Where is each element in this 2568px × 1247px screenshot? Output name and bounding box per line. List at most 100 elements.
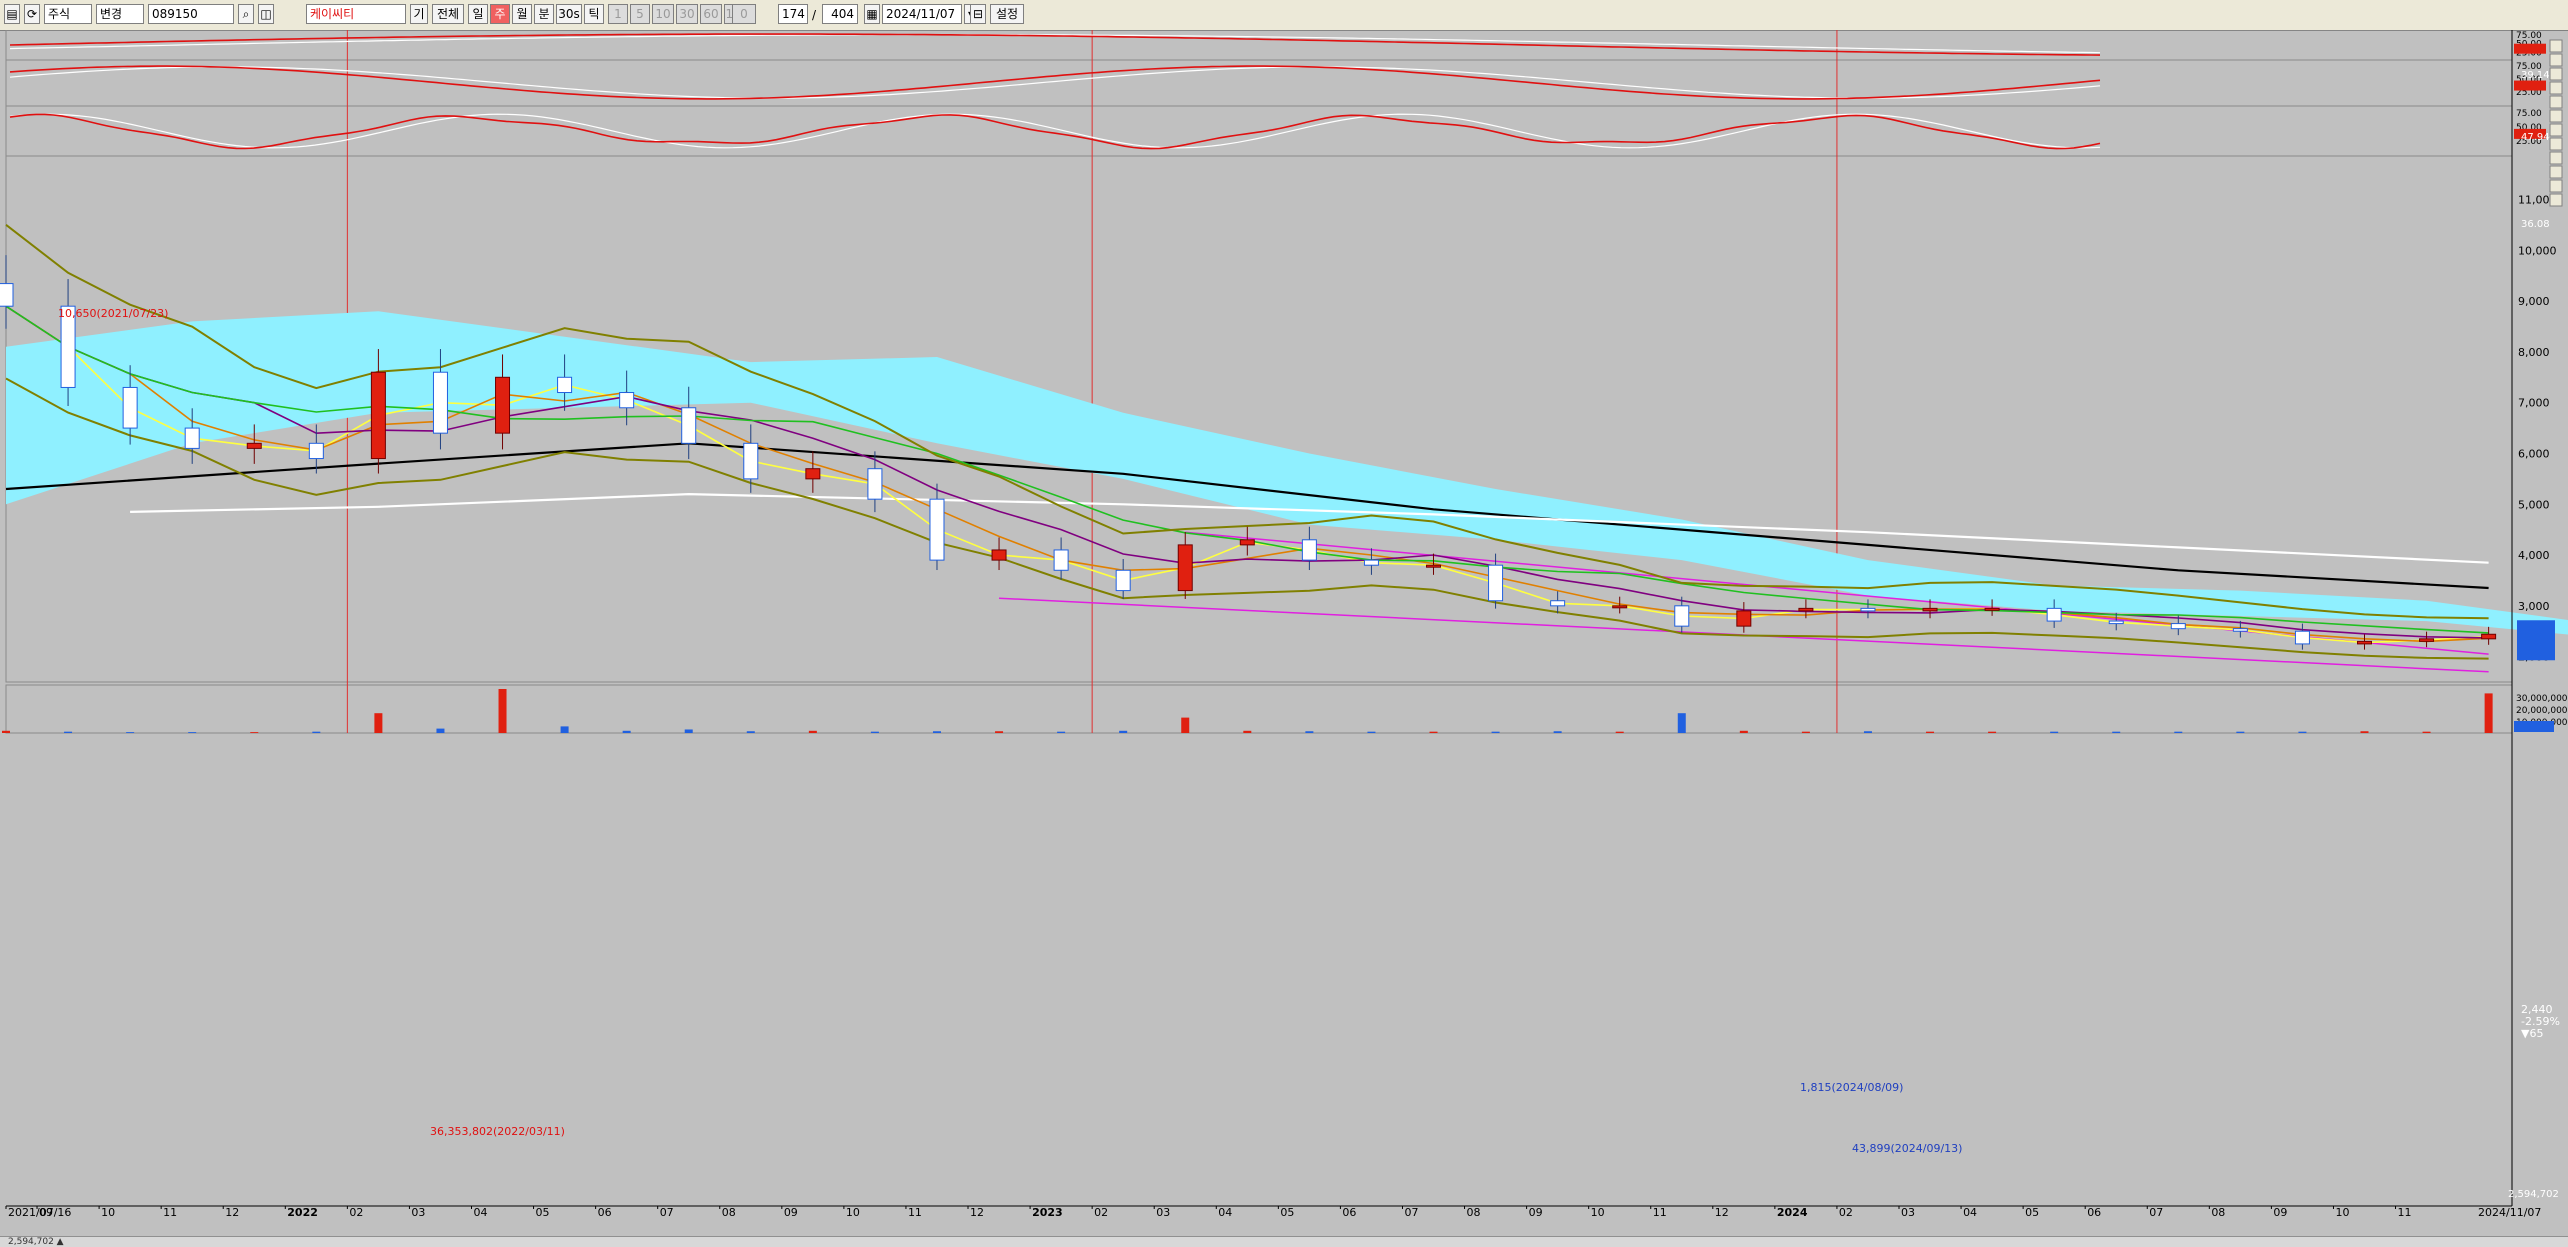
stock-code-input[interactable]: 089150 — [148, 4, 234, 24]
menu-icon[interactable]: ▤ — [4, 4, 20, 24]
x-tick-label: 06 — [1342, 1206, 1356, 1219]
period-5-button[interactable]: 5 — [630, 4, 650, 24]
volume-bar — [1926, 731, 1935, 733]
period-1-button[interactable]: 1 — [608, 4, 628, 24]
x-tick-label: 03 — [1156, 1206, 1170, 1219]
period-30-button[interactable]: 30 — [676, 4, 698, 24]
candle-body — [1239, 539, 1255, 546]
pencil-icon[interactable] — [2549, 53, 2563, 67]
candle-body — [929, 498, 945, 561]
volume-bar — [250, 732, 259, 733]
refresh-icon[interactable]: ⟳ — [24, 4, 40, 24]
indicator-1-current: 39.14 — [2521, 70, 2550, 81]
ki-button[interactable]: 기 — [410, 4, 428, 24]
x-tick-label: 02 — [1839, 1206, 1853, 1219]
volume-bar — [1863, 731, 1872, 733]
volume-bar — [932, 731, 941, 733]
indicator-1-value-box — [2514, 43, 2546, 54]
line-icon[interactable] — [2549, 67, 2563, 81]
volume-bar — [1367, 731, 1376, 733]
cloud-area — [6, 311, 2568, 635]
volume-bar — [560, 726, 569, 733]
search-icon[interactable]: ⌕ — [238, 4, 254, 24]
compare-icon[interactable]: ◫ — [258, 4, 274, 24]
candle-body — [1736, 610, 1752, 627]
total-count-input[interactable]: 404 — [822, 4, 858, 24]
volume-bar — [1243, 730, 1252, 733]
tick-button[interactable]: 틱 — [584, 4, 604, 24]
candle-body — [2170, 623, 2186, 630]
x-tick-label: 11 — [2398, 1206, 2412, 1219]
candle-body — [1674, 605, 1690, 627]
indicator-2-value-box — [2514, 80, 2546, 91]
scroll-up-icon[interactable] — [2549, 151, 2563, 165]
volume-bar — [498, 689, 507, 733]
x-tick-label: 2024 — [1777, 1206, 1808, 1219]
volume-current: 2,594,702 — [2508, 1189, 2559, 1200]
zero-input[interactable]: 0 — [732, 4, 756, 24]
mode-select[interactable]: 변경 — [96, 4, 144, 24]
eraser-icon[interactable] — [2549, 123, 2563, 137]
all-button[interactable]: 전체 — [432, 4, 464, 24]
volume-bar — [684, 729, 693, 733]
stock-chart[interactable]: 75.0050.0025.0075.0050.0025.0075.0050.00… — [0, 30, 2568, 1236]
zoom-out-icon[interactable] — [2549, 193, 2563, 207]
x-tick-label: 10 — [2335, 1206, 2349, 1219]
candle-body — [2356, 640, 2372, 645]
candle-body — [867, 468, 883, 500]
volume-bar — [1615, 731, 1624, 733]
volume-bar — [1057, 731, 1066, 733]
indicator-1-main-line — [9, 33, 2101, 56]
x-tick-label: 07 — [2149, 1206, 2163, 1219]
x-tick-label: 07 — [660, 1206, 674, 1219]
period-60-button[interactable]: 60 — [700, 4, 722, 24]
week-button[interactable]: 주 — [490, 4, 510, 24]
minute-button[interactable]: 분 — [534, 4, 554, 24]
volume-bar — [995, 731, 1004, 733]
x-tick-label: 02 — [1094, 1206, 1108, 1219]
grid-icon[interactable]: ⊟ — [970, 4, 986, 24]
month-button[interactable]: 월 — [512, 4, 532, 24]
zoom-in-icon[interactable] — [2549, 179, 2563, 193]
x-tick-label: 08 — [2211, 1206, 2225, 1219]
settings-icon[interactable] — [2549, 137, 2563, 151]
circle-icon[interactable] — [2549, 95, 2563, 109]
candle-body — [184, 427, 200, 449]
x-tick-label: 11 — [163, 1206, 177, 1219]
volume-bar — [1801, 731, 1810, 733]
volume-bar — [1119, 730, 1128, 733]
volume-bar — [2, 730, 10, 733]
date-input[interactable]: 2024/11/07 — [882, 4, 962, 24]
volume-bar — [126, 732, 135, 733]
indicator-3-signal-line — [9, 113, 2101, 149]
drawing-tools[interactable] — [2549, 39, 2563, 207]
rectangle-icon[interactable] — [2549, 81, 2563, 95]
x-tick-label: 12 — [1715, 1206, 1729, 1219]
scroll-down-icon[interactable] — [2549, 165, 2563, 179]
candle-body — [1053, 549, 1069, 571]
candle-body — [805, 468, 821, 480]
x-axis-end-label: 2024/11/07 — [2478, 1206, 2541, 1219]
day-button[interactable]: 일 — [468, 4, 488, 24]
volume-bar — [1429, 731, 1438, 733]
candle-body — [2294, 630, 2310, 645]
trendline-icon[interactable] — [2549, 39, 2563, 53]
volume-tick-label: 20,000,000 — [2516, 706, 2568, 716]
volume-bar — [1491, 731, 1500, 733]
indicator-2-signal-line — [9, 66, 2101, 99]
volume-bar — [2112, 731, 2121, 733]
volume-bar — [808, 730, 817, 733]
x-tick-label: 02 — [349, 1206, 363, 1219]
candle-body — [1115, 569, 1131, 592]
candle-body — [246, 442, 262, 449]
period-10-button[interactable]: 10 — [652, 4, 674, 24]
text-icon[interactable] — [2549, 109, 2563, 123]
candle-body — [1301, 539, 1317, 561]
indicator-3-tick-label: 75.00 — [2516, 109, 2542, 119]
settings-button[interactable]: 설정 — [990, 4, 1024, 24]
visible-count-input[interactable]: 174 — [778, 4, 808, 24]
calendar-icon[interactable]: ▦ — [864, 4, 880, 24]
market-select[interactable]: 주식 — [44, 4, 92, 24]
candle-body — [1363, 559, 1379, 566]
thirty-sec-button[interactable]: 30s — [556, 4, 582, 24]
